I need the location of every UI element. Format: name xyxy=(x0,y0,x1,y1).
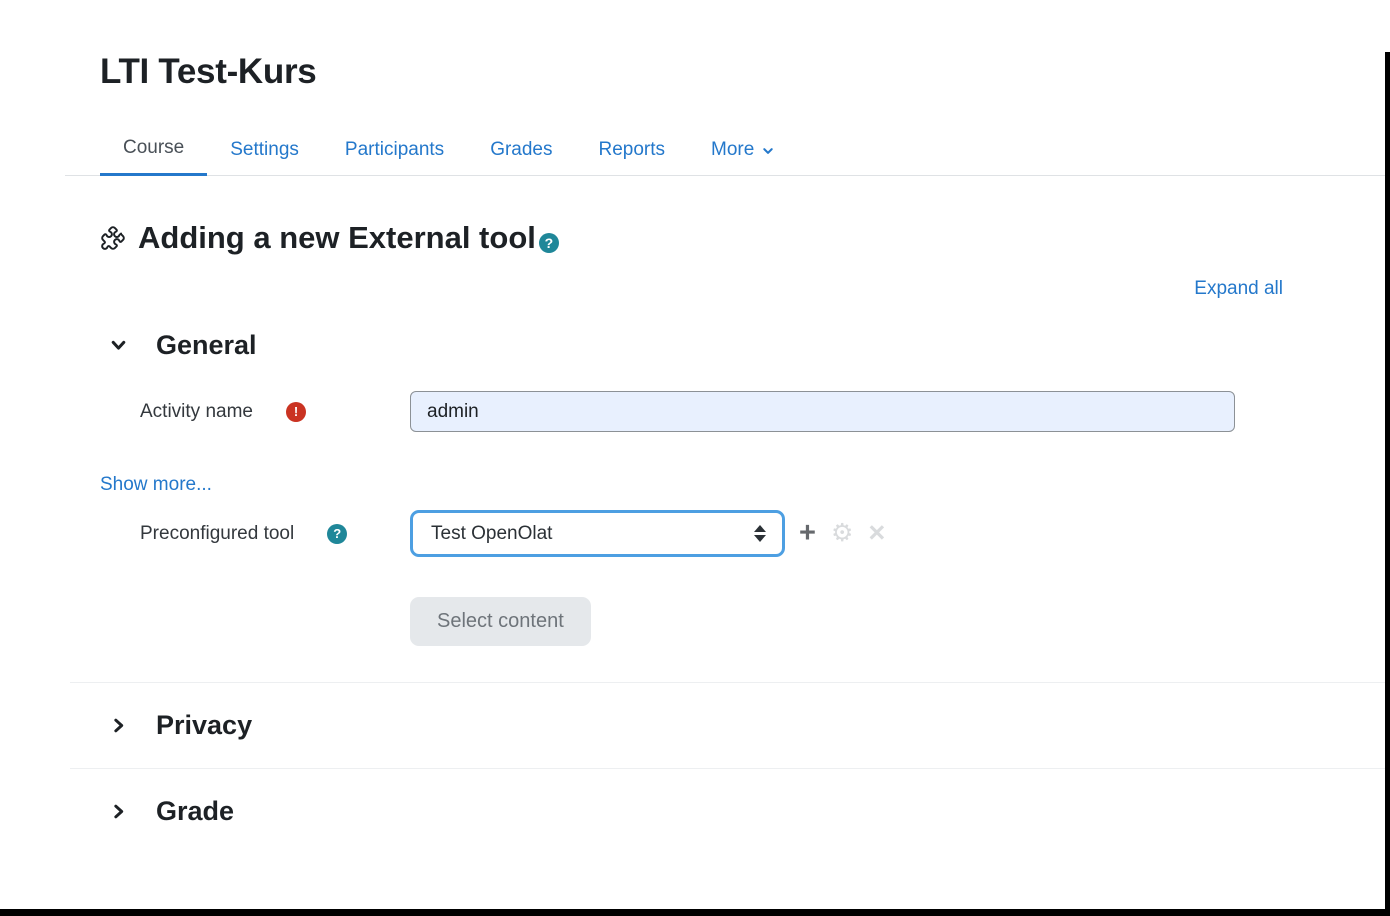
help-icon[interactable]: ? xyxy=(539,233,559,253)
chevron-down-icon xyxy=(110,337,127,354)
tab-participants[interactable]: Participants xyxy=(322,122,467,176)
form-heading-text: Adding a new External tool xyxy=(138,220,536,256)
add-tool-icon[interactable]: + xyxy=(799,519,816,548)
preconfigured-tool-label-col: Preconfigured tool ? xyxy=(65,523,410,545)
section-general-header[interactable]: General xyxy=(110,330,1385,361)
tab-course[interactable]: Course xyxy=(100,122,207,176)
window-frame-right xyxy=(1385,52,1390,916)
puzzle-piece-icon xyxy=(100,225,126,251)
page-content: LTI Test-Kurs Course Settings Participan… xyxy=(0,52,1390,827)
tab-grades[interactable]: Grades xyxy=(467,122,575,176)
section-grade-header[interactable]: Grade xyxy=(110,796,1385,827)
expand-all-row: Expand all xyxy=(65,278,1385,300)
activity-name-row: Activity name ! xyxy=(65,391,1385,432)
tab-grades-label: Grades xyxy=(490,139,552,161)
preconfigured-tool-selected-option: Test OpenOlat xyxy=(431,523,552,545)
tab-reports[interactable]: Reports xyxy=(576,122,689,176)
chevron-down-icon xyxy=(762,145,774,157)
preconfigured-tool-select[interactable]: Test OpenOlat xyxy=(410,510,785,557)
section-grade-wrap: Grade xyxy=(65,768,1385,827)
expand-all-link[interactable]: Expand all xyxy=(1194,278,1283,300)
tab-reports-label: Reports xyxy=(599,139,666,161)
select-content-button[interactable]: Select content xyxy=(410,597,591,646)
tab-settings[interactable]: Settings xyxy=(207,122,322,176)
preconfigured-tool-label: Preconfigured tool xyxy=(140,523,294,545)
help-icon[interactable]: ? xyxy=(327,524,347,544)
section-privacy-title: Privacy xyxy=(156,710,252,741)
form-heading: Adding a new External tool ? xyxy=(100,220,1385,256)
show-more-row: Show more... xyxy=(100,474,1385,496)
preconfigured-tool-row: Preconfigured tool ? Test OpenOlat + ⚙ × xyxy=(65,510,1385,557)
tab-settings-label: Settings xyxy=(230,139,299,161)
section-general-title: General xyxy=(156,330,257,361)
show-more-link[interactable]: Show more... xyxy=(100,474,212,495)
section-grade-title: Grade xyxy=(156,796,234,827)
window-frame-bottom xyxy=(0,909,1390,916)
required-icon: ! xyxy=(286,402,306,422)
tab-more[interactable]: More xyxy=(688,122,797,176)
course-title: LTI Test-Kurs xyxy=(100,52,1385,92)
chevron-right-icon xyxy=(110,717,127,734)
section-divider xyxy=(70,768,1385,769)
tab-more-label: More xyxy=(711,139,754,161)
course-nav-tabbar: Course Settings Participants Grades Repo… xyxy=(65,122,1385,176)
tab-participants-label: Participants xyxy=(345,139,444,161)
edit-tool-gear-icon: ⚙ xyxy=(831,521,853,546)
section-divider xyxy=(70,682,1385,683)
activity-name-input[interactable] xyxy=(410,391,1235,432)
course-nav-tabs: Course Settings Participants Grades Repo… xyxy=(100,122,1385,175)
chevron-right-icon xyxy=(110,803,127,820)
section-privacy-header[interactable]: Privacy xyxy=(110,710,1385,741)
tool-action-icons: + ⚙ × xyxy=(799,519,885,548)
tab-course-label: Course xyxy=(123,137,184,159)
select-updown-arrows-icon xyxy=(754,525,766,542)
activity-name-label-col: Activity name ! xyxy=(65,401,410,423)
delete-tool-icon: × xyxy=(868,519,885,548)
activity-name-label: Activity name xyxy=(140,401,253,423)
